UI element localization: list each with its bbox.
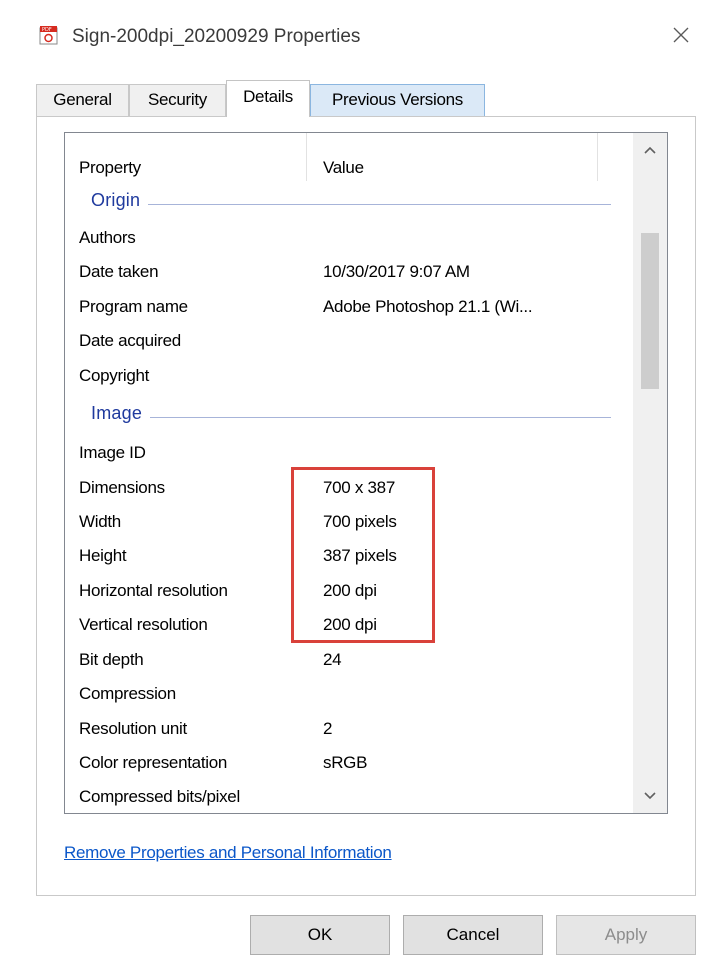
property-row[interactable]: Image ID <box>65 437 633 471</box>
column-header-value[interactable]: Value <box>323 158 364 178</box>
apply-button[interactable]: Apply <box>556 915 696 955</box>
scroll-down-button[interactable] <box>633 779 667 813</box>
remove-properties-link[interactable]: Remove Properties and Personal Informati… <box>64 843 392 863</box>
property-name: Dimensions <box>79 478 165 497</box>
property-row[interactable]: Resolution unit 2 <box>65 713 633 747</box>
property-value: 24 <box>323 650 342 669</box>
property-name: Date taken <box>79 262 159 281</box>
pdf-file-icon: PDF <box>39 25 59 45</box>
property-row[interactable]: Compression <box>65 678 633 712</box>
tab-strip: General Security Details Previous Versio… <box>36 80 705 117</box>
property-row[interactable]: Bit depth 24 <box>65 644 633 678</box>
property-name: Date acquired <box>79 331 181 350</box>
group-image: Image <box>65 403 633 433</box>
list-header: Property Value <box>65 133 633 189</box>
column-divider[interactable] <box>597 133 598 181</box>
property-row[interactable]: Program name Adobe Photoshop 21.1 (Wi... <box>65 291 633 325</box>
ok-button[interactable]: OK <box>250 915 390 955</box>
property-row[interactable]: Authors <box>65 222 633 256</box>
details-list[interactable]: Property Value Origin Authors Date taken… <box>64 132 668 814</box>
highlight-box <box>291 467 435 643</box>
close-icon <box>673 27 689 43</box>
property-row[interactable]: Date acquired <box>65 325 633 359</box>
property-name: Height <box>79 546 127 565</box>
chevron-down-icon <box>644 792 656 800</box>
svg-text:PDF: PDF <box>42 27 52 33</box>
column-divider[interactable] <box>306 133 307 181</box>
property-row[interactable]: Date taken 10/30/2017 9:07 AM <box>65 256 633 290</box>
tab-general[interactable]: General <box>36 84 129 116</box>
tab-security[interactable]: Security <box>129 84 226 116</box>
property-value: sRGB <box>323 753 368 772</box>
property-value: 10/30/2017 9:07 AM <box>323 262 470 281</box>
window-title: Sign-200dpi_20200929 Properties <box>72 26 361 47</box>
property-name: Vertical resolution <box>79 615 208 634</box>
scroll-thumb[interactable] <box>641 233 659 389</box>
cancel-button[interactable]: Cancel <box>403 915 543 955</box>
property-row[interactable]: Copyright <box>65 360 633 394</box>
property-name: Width <box>79 512 121 531</box>
property-name: Image ID <box>79 443 146 462</box>
property-row[interactable]: Compressed bits/pixel <box>65 781 633 813</box>
tab-previous-versions[interactable]: Previous Versions <box>310 84 485 116</box>
property-name: Horizontal resolution <box>79 581 228 600</box>
title-bar: PDF Sign-200dpi_20200929 Properties <box>0 14 705 64</box>
close-button[interactable] <box>664 18 698 52</box>
property-name: Resolution unit <box>79 719 187 738</box>
group-divider <box>91 417 611 418</box>
column-header-property[interactable]: Property <box>79 158 141 178</box>
scroll-up-button[interactable] <box>633 133 667 167</box>
group-label: Image <box>91 403 151 424</box>
property-value: 2 <box>323 719 333 738</box>
property-name: Bit depth <box>79 650 144 669</box>
property-value: Adobe Photoshop 21.1 (Wi... <box>323 297 533 316</box>
property-name: Authors <box>79 228 136 247</box>
property-name: Compression <box>79 684 176 703</box>
property-name: Copyright <box>79 366 150 385</box>
property-name: Color representation <box>79 753 228 772</box>
properties-dialog: PDF Sign-200dpi_20200929 Properties Gene… <box>0 0 705 964</box>
vertical-scrollbar[interactable] <box>633 133 667 813</box>
chevron-up-icon <box>644 146 656 154</box>
property-name: Compressed bits/pixel <box>79 787 240 806</box>
tab-details[interactable]: Details <box>226 80 310 117</box>
group-label: Origin <box>91 190 149 211</box>
property-row[interactable]: Color representation sRGB <box>65 747 633 781</box>
property-name: Program name <box>79 297 188 316</box>
group-origin: Origin <box>65 190 633 220</box>
group-divider <box>91 204 611 205</box>
